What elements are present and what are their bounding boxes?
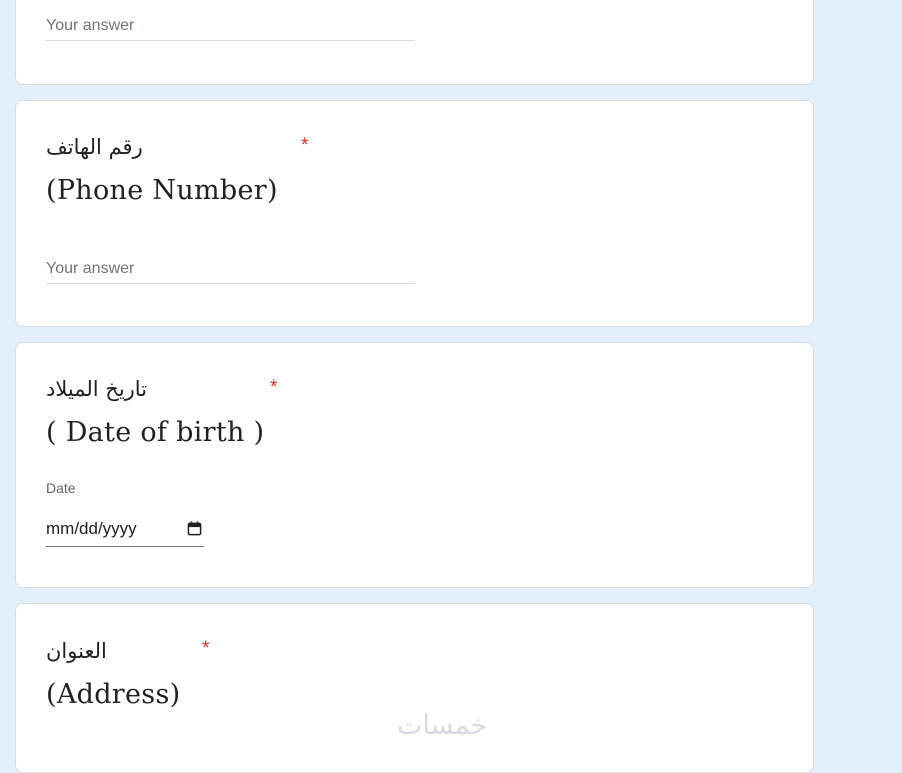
answer-input[interactable]: Your answer xyxy=(46,15,415,41)
question-title-english: ( Date of birth ) xyxy=(46,417,265,448)
question-card-previous: Your answer xyxy=(15,0,814,85)
question-title-arabic: رقم الهاتف xyxy=(46,135,143,159)
question-card-date-of-birth: تاريخ الميلاد * ( Date of birth ) Date m… xyxy=(15,342,814,588)
date-value: mm/dd/yyyy xyxy=(46,519,137,538)
question-title-english: (Address) xyxy=(46,679,181,710)
required-asterisk: * xyxy=(202,638,210,659)
question-title-arabic: تاريخ الميلاد xyxy=(46,377,148,401)
watermark: خمسات xyxy=(397,710,488,741)
question-title-arabic: العنوان xyxy=(46,639,107,663)
date-input[interactable]: mm/dd/yyyy xyxy=(46,516,204,547)
calendar-icon[interactable] xyxy=(187,521,202,536)
required-asterisk: * xyxy=(270,377,278,398)
question-card-phone: رقم الهاتف * (Phone Number) Your answer xyxy=(15,100,814,327)
phone-answer-input[interactable]: Your answer xyxy=(46,258,415,284)
required-asterisk: * xyxy=(301,135,309,156)
date-label: Date xyxy=(46,480,76,496)
question-title-english: (Phone Number) xyxy=(46,175,278,206)
question-card-address: العنوان * (Address) xyxy=(15,603,814,773)
answer-placeholder: Your answer xyxy=(46,17,135,34)
answer-placeholder: Your answer xyxy=(46,260,135,277)
